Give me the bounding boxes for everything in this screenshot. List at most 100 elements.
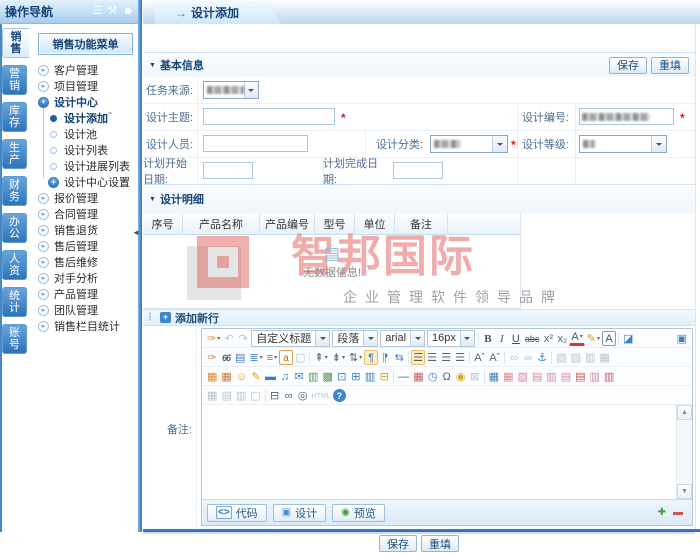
delete-row-icon[interactable]: ▤	[573, 369, 587, 384]
border-button[interactable]: A	[602, 330, 616, 346]
tree-item[interactable]: 设计中心	[30, 94, 139, 110]
font-color-button[interactable]: A	[569, 331, 585, 346]
font-select[interactable]: arial	[380, 329, 426, 347]
tab-design-add[interactable]: → 设计添加	[155, 1, 259, 24]
paste-word-icon[interactable]: ▤	[233, 350, 247, 365]
design-no-input[interactable]	[579, 108, 674, 125]
tree-item[interactable]: 合同管理	[30, 206, 139, 222]
underline-button[interactable]: U	[509, 331, 523, 346]
letter-spacing-decrease-icon[interactable]: Aˇ	[487, 350, 502, 365]
align-left-icon[interactable]: ☰	[411, 349, 426, 365]
lowercase-icon[interactable]: a	[279, 349, 294, 365]
table-sort-icon[interactable]: ▤	[219, 388, 233, 403]
editor-scrollbar[interactable]: ▲ ▼	[676, 405, 692, 499]
tree-item[interactable]: 报价管理	[30, 190, 139, 206]
column-header[interactable]	[448, 213, 520, 234]
image-block-icon[interactable]: ▦	[597, 350, 611, 365]
pencil-icon[interactable]: ✎	[249, 369, 263, 384]
wrench-icon[interactable]: ⚒	[108, 6, 118, 17]
ordered-list-icon[interactable]: ≣	[247, 350, 264, 365]
scroll-down-icon[interactable]: ▼	[677, 484, 692, 499]
horizontal-rule-icon[interactable]: —	[396, 369, 411, 384]
reset-button[interactable]: 重填	[421, 535, 459, 552]
save-button[interactable]: 保存	[609, 56, 647, 74]
insert-column-icon[interactable]: ▥	[588, 369, 602, 384]
column-header[interactable]: 产品名称	[183, 213, 260, 234]
insert-file-icon[interactable]: ⊡	[335, 369, 349, 384]
image-align-left-icon[interactable]: ▧	[554, 350, 568, 365]
table-properties-icon[interactable]: ▦	[501, 369, 515, 384]
strikethrough-button[interactable]: abc	[523, 331, 542, 346]
unordered-list-icon[interactable]: ≡	[265, 350, 279, 365]
tree-item[interactable]: 销售退货	[30, 222, 139, 238]
column-header[interactable]: 备注	[395, 213, 448, 234]
print-icon[interactable]: ⊟	[268, 388, 282, 403]
tree-item[interactable]: 设计中心设置	[30, 174, 139, 190]
module-tab[interactable]: 库存	[2, 102, 27, 132]
insert-row-icon[interactable]: ▤	[559, 369, 573, 384]
split-cells-icon[interactable]: ▥	[544, 369, 558, 384]
image-inline-icon[interactable]: ▥	[583, 350, 597, 365]
delete-table-icon[interactable]: ▦	[205, 388, 219, 403]
letter-spacing-increase-icon[interactable]: Aˆ	[472, 350, 487, 365]
tree-item[interactable]: 项目管理	[30, 78, 139, 94]
grade-select[interactable]	[579, 135, 667, 153]
calendar-icon[interactable]: ▦	[411, 369, 425, 384]
dropdown-button[interactable]	[492, 136, 507, 152]
style-select[interactable]: 自定义标题	[251, 329, 331, 347]
align-justify-icon[interactable]: ☰	[453, 350, 467, 365]
task-source-select[interactable]	[203, 81, 259, 99]
margin-top-icon[interactable]: ⇞	[312, 350, 329, 365]
section-caret-icon[interactable]	[149, 196, 156, 203]
module-tab[interactable]: 销售	[2, 28, 29, 58]
design-view-tab[interactable]: ▣ 设计	[272, 503, 327, 522]
dropdown-button[interactable]	[410, 330, 425, 346]
cell-properties-icon[interactable]: ▧	[515, 369, 529, 384]
category-select[interactable]	[430, 135, 508, 153]
tree-item[interactable]: 产品管理	[30, 286, 139, 302]
tree-item[interactable]: 售后维修	[30, 254, 139, 270]
shrink-editor-icon[interactable]: ▬	[673, 507, 683, 518]
margin-bottom-icon[interactable]: ⇟	[330, 350, 347, 365]
column-header[interactable]: 序号	[143, 213, 183, 234]
user-icon[interactable]: ☻	[122, 6, 134, 17]
module-tab[interactable]: 办公	[2, 213, 27, 243]
sales-menu-button[interactable]: 销售功能菜单	[38, 33, 133, 55]
zoom-icon[interactable]: ◎	[296, 388, 310, 403]
designer-input[interactable]	[203, 135, 308, 152]
tree-item[interactable]: 设计池	[30, 126, 139, 142]
tree-item[interactable]: 团队管理	[30, 302, 139, 318]
module-tab[interactable]: 营销	[2, 65, 27, 95]
map-icon[interactable]: ◉	[454, 369, 468, 384]
help-icon[interactable]: ?	[332, 389, 346, 402]
insert-table-icon[interactable]: ▦	[487, 369, 501, 384]
chart-icon[interactable]: ▥	[306, 369, 320, 384]
org-chart-icon[interactable]: ⊞	[349, 369, 363, 384]
subject-input[interactable]	[203, 108, 335, 125]
link-icon[interactable]: ∞	[507, 350, 521, 365]
delete-column-icon[interactable]: ▥	[602, 369, 616, 384]
special-char-icon[interactable]: Ω	[440, 369, 454, 384]
italic-button[interactable]: I	[495, 331, 509, 346]
column-header[interactable]: 产品编号	[260, 213, 315, 234]
align-center-icon[interactable]: ☰	[425, 350, 439, 365]
undo-icon[interactable]: ↶	[222, 331, 236, 346]
ltr-icon[interactable]: ¶	[364, 349, 379, 365]
fullscreen-button[interactable]: ▣	[675, 331, 689, 346]
paragraph-select[interactable]: 段落	[332, 329, 379, 347]
module-tab[interactable]: 账号	[2, 324, 27, 354]
editor-content-area[interactable]: ▲ ▼	[202, 405, 692, 499]
tree-item[interactable]: 设计进展列表	[30, 158, 139, 174]
rtl-icon[interactable]: ¶	[378, 350, 392, 365]
clock-icon[interactable]: ◷	[426, 369, 440, 384]
column-header[interactable]: 型号	[315, 213, 355, 234]
tree-item[interactable]: 销售栏目统计	[30, 318, 139, 334]
save-button[interactable]: 保存	[379, 535, 417, 552]
eraser-button[interactable]: ◪	[621, 331, 635, 346]
browse-folder-icon[interactable]: ⊟	[377, 369, 391, 384]
find-icon[interactable]: ∞	[282, 388, 296, 403]
section-caret-icon[interactable]	[149, 62, 156, 69]
dropdown-button[interactable]	[363, 330, 378, 346]
quick-style-icon[interactable]: ✑	[205, 331, 222, 346]
table-grid-icon[interactable]: ▥	[234, 388, 248, 403]
